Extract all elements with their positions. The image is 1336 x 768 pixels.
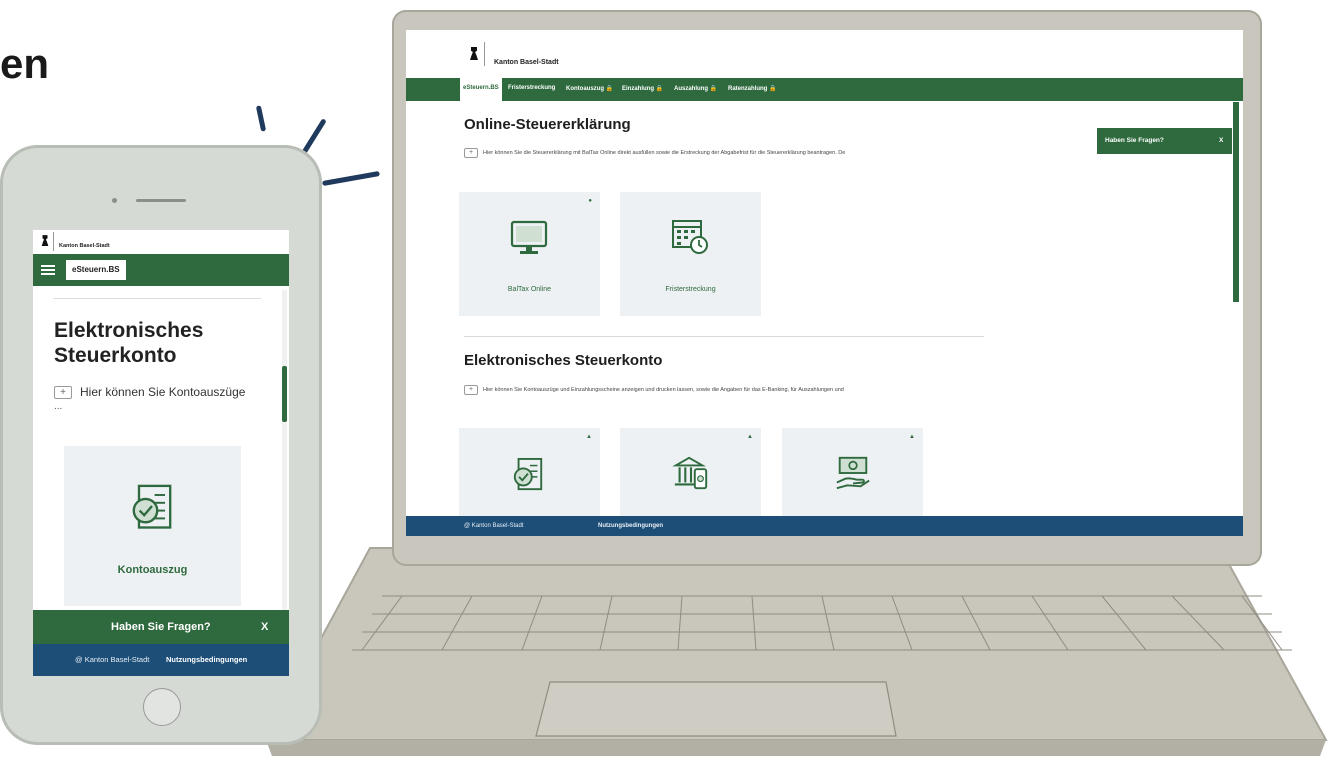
- help-label: Haben Sie Fragen?: [1105, 137, 1164, 144]
- lock-icon: ▲: [909, 434, 915, 440]
- tile-status-icon: ●: [588, 198, 592, 204]
- phone-screen: Kanton Basel-Stadt eSteuern.BS Elektroni…: [33, 230, 289, 676]
- intro-ellipsis: ...: [54, 401, 63, 412]
- footer-terms-link[interactable]: Nutzungsbedingungen: [166, 655, 247, 664]
- section-intro: Hier können Sie die Steuererklärung mit …: [483, 150, 846, 156]
- hamburger-menu-icon[interactable]: [41, 265, 55, 267]
- tile-fristerstreckung[interactable]: Fristerstreckung: [620, 192, 761, 316]
- sparkle-line: [255, 105, 267, 132]
- tile-baltax-online[interactable]: ● BalTax Online: [459, 192, 600, 316]
- header-separator: [484, 42, 485, 66]
- nav-item-fristerstreckung[interactable]: Fristerstreckung: [508, 85, 555, 91]
- tile-label: Kontoauszug: [117, 564, 188, 576]
- document-check-icon: [132, 484, 172, 529]
- nav-item-ratenzahlung[interactable]: Ratenzahlung 🔒: [728, 85, 776, 92]
- nav-item-kontoauszug[interactable]: Kontoauszug 🔒: [566, 85, 613, 92]
- expand-intro-button[interactable]: +: [54, 386, 72, 399]
- mobile-header: Kanton Basel-Stadt: [33, 230, 289, 255]
- main-nav: eSteuern.BS Fristerstreckung Kontoauszug…: [406, 78, 1243, 101]
- page-title: Elektronisches Steuerkonto: [54, 319, 204, 367]
- phone-camera: [112, 198, 117, 203]
- bank-phone-icon: [672, 456, 708, 490]
- nav-current-esteuern[interactable]: eSteuern.BS: [66, 260, 126, 280]
- headline-fragment: en: [0, 40, 50, 87]
- sparkle-line: [322, 171, 380, 186]
- section-title-online: Online-Steuererklärung: [464, 116, 631, 133]
- tile-label: Fristerstreckung: [665, 286, 716, 293]
- sparkle-line: [301, 118, 327, 155]
- site-header: Kanton Basel-Stadt: [406, 30, 1243, 79]
- footer-terms-link[interactable]: Nutzungsbedingungen: [598, 523, 663, 529]
- section-intro: Hier können Sie Kontoauszüge: [80, 385, 246, 399]
- nav-item-einzahlung[interactable]: Einzahlung 🔒: [622, 85, 663, 92]
- site-footer: @ Kanton Basel-Stadt Nutzungsbedingungen: [406, 516, 1243, 536]
- calendar-clock-icon: [672, 220, 708, 254]
- section-title-steuerkonto: Elektronisches Steuerkonto: [464, 352, 663, 369]
- scrollbar-thumb[interactable]: [1233, 102, 1239, 302]
- tile-kontoauszug[interactable]: ▲: [459, 428, 600, 516]
- money-hand-icon: [836, 456, 870, 490]
- section-intro: Hier können Sie Kontoauszüge und Einzahl…: [483, 387, 844, 393]
- phone-home-button[interactable]: [143, 688, 181, 726]
- basel-logo-icon: [470, 47, 478, 60]
- expand-intro-button[interactable]: +: [464, 385, 478, 395]
- help-close-button[interactable]: X: [1219, 137, 1223, 144]
- keyboard: [352, 595, 1292, 651]
- phone-speaker: [136, 199, 186, 202]
- tile-kontoauszug[interactable]: Kontoauszug: [64, 446, 241, 606]
- footer-copyright: @ Kanton Basel-Stadt: [75, 655, 150, 664]
- help-close-button[interactable]: X: [261, 621, 268, 633]
- help-panel[interactable]: Haben Sie Fragen? X: [1097, 128, 1232, 154]
- footer-copyright: @ Kanton Basel-Stadt: [464, 523, 524, 529]
- mobile-nav: eSteuern.BS: [33, 254, 289, 286]
- scrollbar-track: [282, 290, 287, 610]
- tile-einzahlung[interactable]: ▲: [620, 428, 761, 516]
- scrollbar-thumb[interactable]: [282, 366, 287, 422]
- tile-auszahlung[interactable]: ▲: [782, 428, 923, 516]
- section-divider: [464, 336, 984, 337]
- tile-label: BalTax Online: [507, 286, 552, 293]
- document-check-icon: [513, 458, 543, 491]
- header-separator: [53, 232, 54, 251]
- brand-label: Kanton Basel-Stadt: [494, 59, 559, 66]
- laptop-screen: Kanton Basel-Stadt eSteuern.BS Fristerst…: [406, 30, 1243, 536]
- nav-item-esteuern[interactable]: eSteuern.BS: [460, 78, 502, 101]
- help-panel[interactable]: Haben Sie Fragen? X: [33, 610, 289, 644]
- expand-intro-button[interactable]: +: [464, 148, 478, 158]
- lock-icon: ▲: [586, 434, 592, 440]
- touchpad: [535, 681, 897, 737]
- help-label: Haben Sie Fragen?: [111, 621, 211, 633]
- mobile-footer: @ Kanton Basel-Stadt Nutzungsbedingungen: [33, 644, 289, 676]
- brand-label: Kanton Basel-Stadt: [59, 243, 110, 249]
- lock-icon: ▲: [747, 434, 753, 440]
- monitor-icon: [510, 220, 548, 254]
- content-divider: [53, 298, 261, 299]
- basel-logo-icon: [41, 235, 49, 246]
- nav-item-auszahlung[interactable]: Auszahlung 🔒: [674, 85, 717, 92]
